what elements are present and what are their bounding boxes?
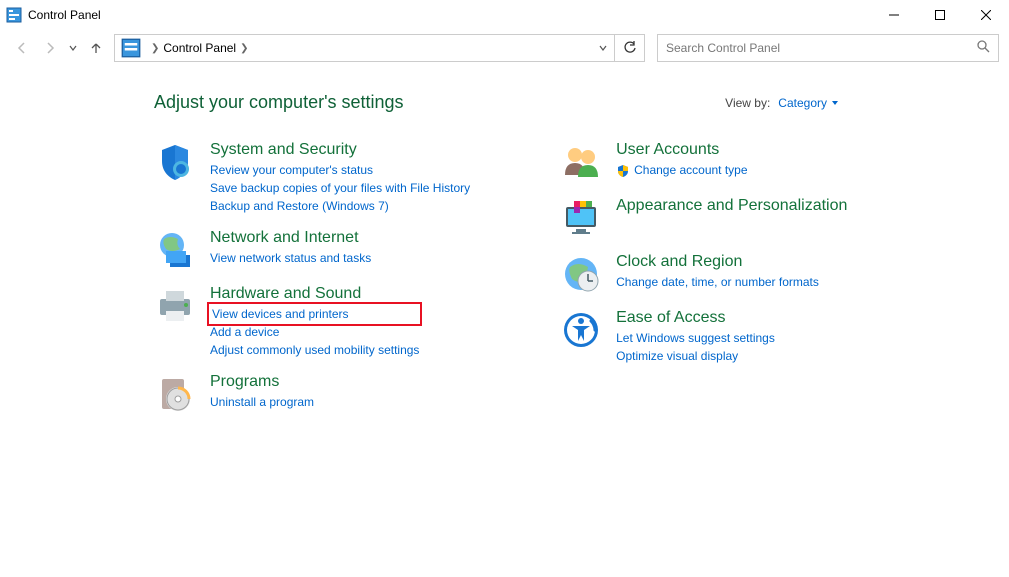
category-appearance: Appearance and Personalization: [560, 197, 847, 239]
category-programs: Programs Uninstall a program: [154, 373, 470, 415]
address-bar[interactable]: ❯ Control Panel ❯: [114, 34, 645, 62]
viewby-control: View by: Category: [725, 96, 839, 110]
up-button[interactable]: [84, 36, 108, 60]
category-hardware-sound: Hardware and Sound View devices and prin…: [154, 285, 470, 359]
category-title[interactable]: Network and Internet: [210, 229, 371, 247]
category-link-devices-printers[interactable]: View devices and printers: [210, 305, 419, 323]
category-link-text: Change account type: [634, 163, 747, 177]
category-link[interactable]: Optimize visual display: [616, 347, 775, 365]
category-title[interactable]: Programs: [210, 373, 314, 391]
search-input[interactable]: [666, 41, 976, 55]
ease-of-access-icon: [560, 309, 602, 351]
category-link[interactable]: Save backup copies of your files with Fi…: [210, 179, 470, 197]
forward-button[interactable]: [38, 36, 62, 60]
search-icon[interactable]: [976, 39, 990, 58]
category-link[interactable]: Backup and Restore (Windows 7): [210, 197, 470, 215]
category-title[interactable]: System and Security: [210, 141, 470, 159]
page-heading: Adjust your computer's settings: [154, 92, 404, 113]
breadcrumb-item[interactable]: Control Panel: [163, 41, 236, 55]
back-button[interactable]: [10, 36, 34, 60]
maximize-button[interactable]: [917, 0, 963, 30]
breadcrumb-chevron-icon[interactable]: ❯: [151, 43, 159, 54]
uac-shield-icon: [616, 164, 630, 178]
close-button[interactable]: [963, 0, 1009, 30]
category-system-security: System and Security Review your computer…: [154, 141, 470, 215]
titlebar-left: Control Panel: [6, 7, 101, 23]
chevron-down-icon: [831, 99, 839, 107]
right-column: User Accounts Change account type Appear…: [560, 141, 847, 415]
users-icon: [560, 141, 602, 183]
category-link[interactable]: View network status and tasks: [210, 249, 371, 267]
category-link[interactable]: Add a device: [210, 323, 419, 341]
category-network-internet: Network and Internet View network status…: [154, 229, 470, 271]
category-link[interactable]: Let Windows suggest settings: [616, 329, 775, 347]
category-link[interactable]: Review your computer's status: [210, 161, 470, 179]
control-panel-addr-icon: [121, 38, 141, 58]
content-area: Adjust your computer's settings View by:…: [0, 66, 1009, 435]
category-link[interactable]: Change account type: [616, 161, 747, 179]
category-link[interactable]: Change date, time, or number formats: [616, 273, 819, 291]
titlebar: Control Panel: [0, 0, 1009, 30]
category-title[interactable]: Ease of Access: [616, 309, 775, 327]
viewby-value: Category: [778, 96, 827, 110]
category-title[interactable]: Appearance and Personalization: [616, 197, 847, 215]
globe-network-icon: [154, 229, 196, 271]
minimize-button[interactable]: [871, 0, 917, 30]
recent-locations-button[interactable]: [66, 36, 80, 60]
left-column: System and Security Review your computer…: [154, 141, 470, 415]
control-panel-icon: [6, 7, 22, 23]
category-user-accounts: User Accounts Change account type: [560, 141, 847, 183]
breadcrumb-chevron-icon[interactable]: ❯: [240, 43, 248, 54]
disc-box-icon: [154, 373, 196, 415]
category-ease-of-access: Ease of Access Let Windows suggest setti…: [560, 309, 847, 365]
navigation-bar: ❯ Control Panel ❯: [0, 30, 1009, 66]
address-dropdown-button[interactable]: [592, 35, 614, 61]
category-columns: System and Security Review your computer…: [154, 141, 989, 415]
category-clock-region: Clock and Region Change date, time, or n…: [560, 253, 847, 295]
category-title[interactable]: User Accounts: [616, 141, 747, 159]
category-title[interactable]: Clock and Region: [616, 253, 819, 271]
category-title[interactable]: Hardware and Sound: [210, 285, 419, 303]
refresh-button[interactable]: [614, 35, 644, 61]
category-link[interactable]: Uninstall a program: [210, 393, 314, 411]
monitor-colors-icon: [560, 197, 602, 239]
search-box[interactable]: [657, 34, 999, 62]
heading-row: Adjust your computer's settings View by:…: [154, 92, 989, 113]
category-link[interactable]: Adjust commonly used mobility settings: [210, 341, 419, 359]
clock-globe-icon: [560, 253, 602, 295]
window-title: Control Panel: [28, 8, 101, 22]
viewby-label: View by:: [725, 96, 770, 110]
window-controls: [871, 0, 1009, 30]
printer-icon: [154, 285, 196, 327]
shield-icon: [154, 141, 196, 183]
viewby-dropdown[interactable]: Category: [778, 96, 839, 110]
